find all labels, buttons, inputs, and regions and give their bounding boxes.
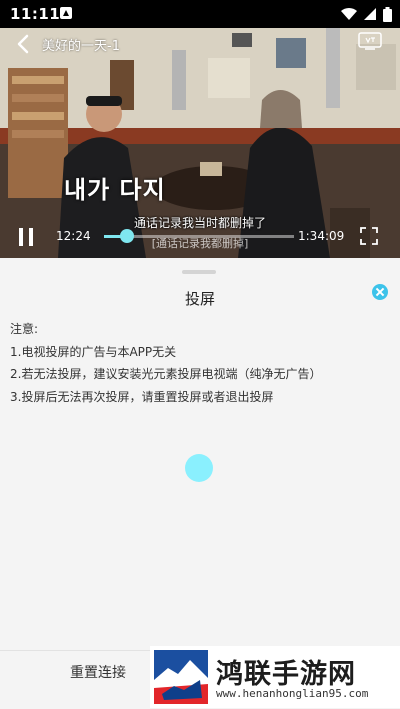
app-notification-icon — [60, 7, 72, 19]
player-top-bar: 美好的一天-1 — [0, 28, 400, 60]
close-icon[interactable] — [372, 284, 388, 300]
watermark-url: www.henanhonglian95.com — [216, 687, 369, 700]
note-item: 2.若无法投屏，建议安装光元素投屏电视端（纯净无广告） — [10, 367, 322, 381]
current-time: 12:24 — [56, 229, 91, 243]
watermark-text: 鸿联手游网 — [216, 659, 356, 690]
searching-indicator — [185, 454, 213, 482]
status-time: 11:11 — [10, 5, 61, 23]
cast-tv-icon[interactable] — [358, 32, 382, 50]
pause-button[interactable] — [18, 228, 34, 246]
signal-icon — [364, 8, 376, 20]
fullscreen-icon[interactable] — [360, 227, 378, 245]
note-item: 3.投屏后无法再次投屏，请重置投屏或者退出投屏 — [10, 389, 274, 404]
total-time: 1:34:09 — [298, 229, 345, 243]
video-player[interactable]: 美好的一天-1 내가 다지 通话记录我当时都删掉了 [通话记录我都删掉] 12:… — [0, 28, 400, 258]
watermark-logo — [154, 650, 208, 704]
watermark: 鸿联手游网 www.henanhonglian95.com — [150, 646, 400, 708]
back-arrow-icon[interactable] — [14, 34, 34, 54]
cast-bottom-sheet: 投屏 注意: 1.电视投屏的广告与本APP无关 2.若无法投屏，建议安装光元素投… — [0, 258, 400, 709]
video-overlay-caption: 내가 다지 — [64, 176, 166, 204]
sheet-title: 投屏 — [184, 290, 215, 308]
seek-bar[interactable] — [104, 229, 294, 243]
mountain-logo-icon — [154, 650, 208, 704]
wifi-icon — [341, 7, 357, 21]
notes-heading: 注意: — [10, 322, 39, 336]
note-item: 1.电视投屏的广告与本APP无关 — [10, 344, 177, 359]
player-controls: 12:24 1:34:09 — [0, 227, 400, 258]
status-bar: 11:11 — [0, 0, 400, 28]
drag-handle[interactable] — [182, 270, 216, 274]
notes-list: 注意: 1.电视投屏的广告与本APP无关 2.若无法投屏，建议安装光元素投屏电视… — [10, 318, 321, 408]
battery-icon — [383, 6, 392, 22]
seek-handle[interactable] — [119, 229, 134, 243]
status-icons — [341, 6, 392, 22]
video-title: 美好的一天-1 — [42, 39, 120, 54]
